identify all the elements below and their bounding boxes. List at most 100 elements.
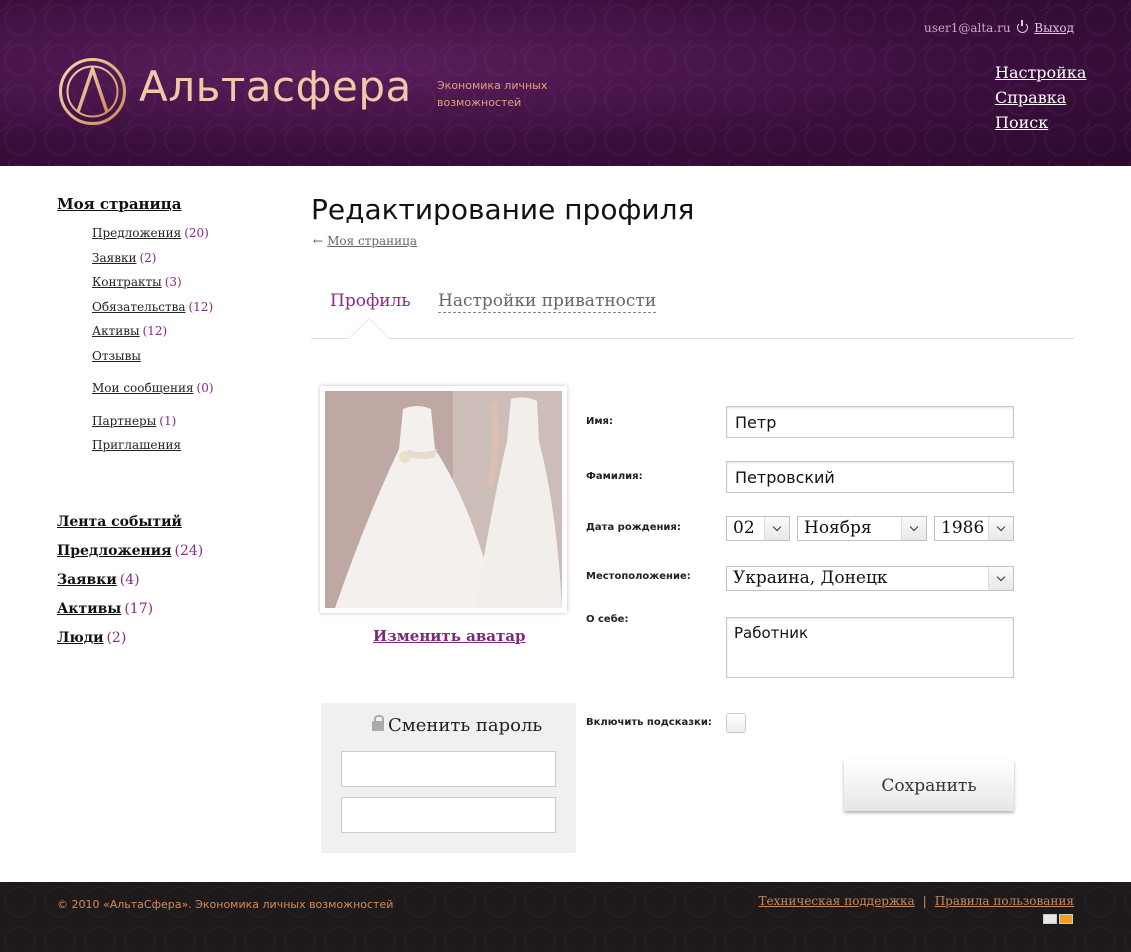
new-password-input[interactable] (341, 751, 556, 787)
tabs-bar: Профиль Настройки приватности (311, 287, 1074, 339)
sidebar-item-label[interactable]: Партнеры (92, 414, 156, 428)
chevron-down-icon (764, 517, 789, 540)
chevron-down-icon (988, 567, 1013, 590)
user-bar: user1@alta.ru Выход (924, 20, 1074, 35)
w3c-badge-icon[interactable] (1043, 914, 1057, 924)
sidebar-item-label[interactable]: Мои сообщения (92, 381, 194, 395)
back-link-row: ← Моя страница (313, 234, 417, 248)
location-label: Местоположение: (586, 571, 691, 582)
sidebar-item-label[interactable]: Люди (57, 630, 103, 646)
css-badge-icon[interactable] (1059, 914, 1073, 924)
location-select[interactable]: Украина, Донецк (726, 566, 1014, 591)
change-password-title: Сменить пароль (372, 715, 542, 736)
sidebar-item-reviews: Отзывы (92, 348, 287, 373)
nav-search[interactable]: Поиск (995, 110, 1086, 135)
birth-day-value: 02 (733, 518, 755, 538)
hints-checkbox[interactable] (726, 713, 746, 733)
sidebar-item-label[interactable]: Обязательства (92, 300, 186, 314)
nav-help[interactable]: Справка (995, 85, 1086, 110)
footer-pattern (0, 882, 1131, 952)
sidebar-item-label[interactable]: Активы (92, 324, 140, 338)
sidebar-item-label[interactable]: Приглашения (92, 438, 181, 452)
last-name-field[interactable]: Петровский (726, 461, 1014, 493)
sidebar-secondary: Лента событий Предложения (24) Заявки (4) … (57, 513, 287, 658)
support-link[interactable]: Техническая поддержка (759, 894, 915, 908)
tagline: Экономика личных возможностей (437, 79, 548, 109)
sidebar-item-count: (12) (142, 324, 168, 338)
sidebar: Моя страница Предложения (20) Заявки (2) К… (57, 195, 287, 658)
sidebar-item-assets: Активы (12) (92, 323, 287, 348)
validator-badges (1043, 914, 1073, 924)
avatar-image (325, 391, 562, 608)
sidebar-item-all-requests: Заявки (4) (57, 571, 287, 600)
logo-icon[interactable] (58, 57, 127, 126)
footer-separator: | (922, 894, 927, 908)
sidebar-item-requests: Заявки (2) (92, 250, 287, 275)
sidebar-item-count: (2) (106, 629, 127, 646)
chevron-down-icon (988, 517, 1013, 540)
footer-links: Техническая поддержка | Правила пользовани… (759, 894, 1074, 908)
sidebar-item-label[interactable]: Заявки (57, 572, 117, 588)
first-name-label: Имя: (586, 416, 613, 427)
birth-year-value: 1986 (941, 518, 985, 538)
site-header: Альтасфера Экономика личных возможностей… (0, 0, 1131, 166)
sidebar-item-count: (4) (119, 571, 140, 588)
sidebar-item-feed: Лента событий (57, 513, 287, 542)
about-textarea[interactable]: Работник (726, 617, 1014, 678)
nav-settings[interactable]: Настройка (995, 60, 1086, 85)
sidebar-title-my-page[interactable]: Моя страница (57, 195, 287, 213)
sidebar-sublist: Предложения (20) Заявки (2) Контракты (3) О… (92, 225, 287, 462)
site-footer: © 2010 «АльтаСфера». Экономика личных во… (0, 882, 1131, 952)
sidebar-item-label[interactable]: Предложения (92, 226, 181, 240)
back-link[interactable]: Моя страница (327, 234, 417, 248)
birth-year-select[interactable]: 1986 (934, 516, 1014, 541)
change-password-label: Сменить пароль (388, 715, 543, 736)
birth-month-value: Ноября (804, 518, 872, 538)
sidebar-item-label[interactable]: Отзывы (92, 349, 141, 363)
sidebar-item-count: (17) (124, 600, 154, 617)
sidebar-item-obligations: Обязательства (12) (92, 299, 287, 324)
arrow-left-icon: ← (313, 234, 324, 248)
avatar (320, 386, 567, 613)
birth-month-select[interactable]: Ноября (797, 516, 927, 541)
power-icon[interactable] (1017, 20, 1029, 33)
sidebar-item-label[interactable]: Активы (57, 601, 121, 617)
sidebar-item-count: (20) (184, 226, 209, 240)
terms-link[interactable]: Правила пользования (935, 894, 1074, 908)
active-tab-indicator (348, 318, 390, 339)
sidebar-item-all-assets: Активы (17) (57, 600, 287, 629)
sidebar-item-count: (1) (159, 413, 177, 428)
change-password-panel: Сменить пароль (321, 703, 576, 853)
chevron-down-icon (901, 517, 926, 540)
page-title: Редактирование профиля (311, 193, 695, 226)
sidebar-item-count: (0) (196, 381, 214, 395)
location-value: Украина, Донецк (733, 568, 888, 588)
birth-day-select[interactable]: 02 (726, 516, 790, 541)
top-nav: Настройка Справка Поиск (995, 60, 1086, 135)
sidebar-item-count: (24) (174, 542, 204, 559)
dress-photo-icon (325, 391, 562, 608)
sidebar-item-label[interactable]: Контракты (92, 275, 162, 289)
brand-name[interactable]: Альтасфера (139, 62, 412, 111)
hints-label: Включить подсказки: (586, 717, 712, 728)
sidebar-item-invitations: Приглашения (92, 437, 287, 462)
sidebar-item-offers: Предложения (20) (92, 225, 287, 250)
birth-date-label: Дата рождения: (586, 522, 681, 533)
tab-privacy-settings[interactable]: Настройки приватности (438, 291, 657, 313)
sidebar-item-partners: Партнеры (1) (92, 413, 287, 438)
sidebar-item-label[interactable]: Лента событий (57, 514, 182, 530)
tab-profile[interactable]: Профиль (330, 291, 411, 311)
sidebar-item-count: (3) (164, 275, 182, 289)
change-avatar-link[interactable]: Изменить аватар (373, 627, 525, 645)
sidebar-item-contracts: Контракты (3) (92, 274, 287, 299)
logout-link[interactable]: Выход (1034, 21, 1074, 35)
sidebar-item-count: (2) (139, 250, 157, 265)
about-label: О себе: (586, 614, 629, 625)
confirm-password-input[interactable] (341, 797, 556, 833)
first-name-field[interactable]: Петр (726, 406, 1014, 438)
save-button[interactable]: Сохранить (844, 760, 1014, 811)
sidebar-item-label[interactable]: Предложения (57, 543, 171, 559)
last-name-label: Фамилия: (586, 471, 643, 482)
sidebar-item-label[interactable]: Заявки (92, 251, 136, 265)
sidebar-item-count: (12) (188, 299, 214, 314)
